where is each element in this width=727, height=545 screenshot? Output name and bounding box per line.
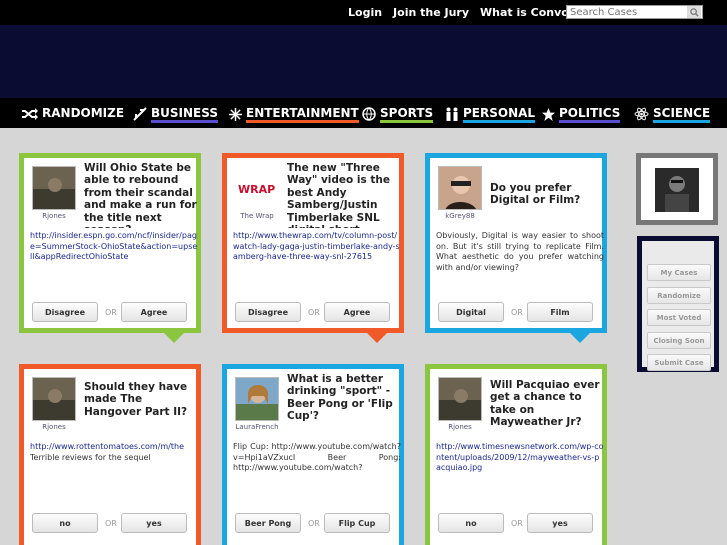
randomize-button[interactable]: Randomize [647,287,711,304]
case-description: Obviously, Digital is way easier to shoo… [436,231,604,272]
case-question[interactable]: Do you prefer Digital or Film? [490,182,604,207]
top-links: Login Join the Jury What is Convote? [348,6,588,19]
card-pointer [164,333,184,343]
case-card[interactable]: Rjones Will Ohio State be able to reboun… [19,153,201,333]
username[interactable]: kGrey88 [434,212,486,220]
case-question[interactable]: Will Pacquiao ever get a chance to take … [490,379,604,429]
nav-personal[interactable]: PERSONAL [445,104,536,124]
category-nav: RANDOMIZE BUSINESS ENTERTAINMENT SPORTS … [0,98,727,128]
username[interactable]: The Wrap [231,212,283,220]
or-label: OR [105,519,117,528]
search-input[interactable] [567,6,687,18]
case-question[interactable]: What is a better drinking "sport" - Beer… [287,373,401,423]
vote-button-a[interactable]: Beer Pong [235,513,301,533]
case-description: http://www.timesnewsnetwork.com/wp-conte… [436,442,604,492]
avatar[interactable] [32,377,76,421]
description-text: Terrible reviews for the sequel [30,452,151,462]
nav-label: SCIENCE [653,106,711,123]
case-card[interactable]: Rjones Should they have made The Hangove… [19,364,201,545]
nav-randomize[interactable]: RANDOMIZE [22,104,124,124]
shuffle-icon [22,108,38,120]
my-cases-button[interactable]: My Cases [647,264,711,281]
case-question[interactable]: The new "Three Way" video is the best An… [287,162,401,228]
vote-button-a[interactable]: Digital [438,302,504,322]
case-link[interactable]: http://www.rottentomatoes.com/m/the [30,442,198,453]
star-icon [542,107,555,121]
case-description: http://www.thewrap.com/tv/column-post/wa… [233,231,401,281]
login-link[interactable]: Login [348,6,382,19]
case-question[interactable]: Should they have made The Hangover Part … [84,381,198,418]
avatar[interactable] [438,166,482,210]
vote-button-b[interactable]: Film [527,302,593,322]
header-banner [0,25,727,98]
nav-entertainment[interactable]: ENTERTAINMENT [229,104,359,124]
avatar[interactable] [438,377,482,421]
vote-button-a[interactable]: Disagree [235,302,301,322]
submit-case-button[interactable]: Submit Case [647,354,711,371]
case-link[interactable]: http://insider.espn.go.com/ncf/insider/p… [30,231,197,261]
vote-button-b[interactable]: yes [527,513,593,533]
search-icon[interactable] [687,6,701,18]
case-link[interactable]: http://www.thewrap.com/tv/column-post/wa… [233,231,400,261]
search-box [566,5,703,19]
username[interactable]: Rjones [28,212,80,220]
username[interactable]: Rjones [28,423,80,431]
case-card[interactable]: Rjones Will Pacquiao ever get a chance t… [425,364,607,545]
vote-button-b[interactable]: Agree [121,302,187,322]
or-label: OR [308,519,320,528]
nav-business[interactable]: BUSINESS [133,104,218,124]
avatar[interactable]: WRAP [235,166,279,210]
or-label: OR [105,308,117,317]
card-pointer [367,333,387,343]
case-description: http://insider.espn.go.com/ncf/insider/p… [30,231,198,281]
vote-button-a[interactable]: no [32,513,98,533]
or-label: OR [511,308,523,317]
sidebar-image[interactable] [636,153,718,225]
closing-soon-button[interactable]: Closing Soon [647,332,711,349]
atom-icon [634,107,649,121]
avatar[interactable] [235,377,279,421]
nav-label: RANDOMIZE [42,105,125,120]
vote-button-b[interactable]: Agree [324,302,390,322]
case-description: Flip Cup: http://www.youtube.com/watch?v… [233,442,401,472]
avatar[interactable] [32,166,76,210]
svg-text:WRAP: WRAP [238,183,275,196]
airplane-icon [133,107,147,121]
starburst-icon [229,107,242,121]
case-card[interactable]: LauraFrench What is a better drinking "s… [222,364,404,545]
or-label: OR [308,308,320,317]
nav-science[interactable]: SCIENCE [634,104,711,124]
sidebar-menu: My Cases Randomize Most Voted Closing So… [637,236,719,372]
ball-icon [362,107,376,121]
nav-label: PERSONAL [463,106,536,123]
vote-button-a[interactable]: Disagree [32,302,98,322]
card-pointer [570,333,590,343]
people-icon [446,107,458,121]
vote-button-b[interactable]: Flip Cup [324,513,390,533]
case-link[interactable]: http://www.timesnewsnetwork.com/wp-conte… [436,442,604,472]
nav-label: POLITICS [559,106,621,123]
nav-politics[interactable]: POLITICS [542,104,621,124]
nav-label: BUSINESS [151,106,218,123]
username[interactable]: Rjones [434,423,486,431]
nav-sports[interactable]: SPORTS [362,104,434,124]
or-label: OR [511,519,523,528]
username[interactable]: LauraFrench [231,423,283,431]
top-bar: Login Join the Jury What is Convote? [0,0,727,25]
case-card[interactable]: WRAP The Wrap The new "Three Way" video … [222,153,404,333]
nav-label: SPORTS [380,106,434,123]
vote-button-a[interactable]: no [438,513,504,533]
join-jury-link[interactable]: Join the Jury [393,6,469,19]
sidebar-photo [641,158,713,220]
vote-button-b[interactable]: yes [121,513,187,533]
nav-label: ENTERTAINMENT [246,106,359,123]
case-card[interactable]: kGrey88 Do you prefer Digital or Film? O… [425,153,607,333]
case-question[interactable]: Will Ohio State be able to rebound from … [84,162,198,228]
most-voted-button[interactable]: Most Voted [647,309,711,326]
case-description: http://www.rottentomatoes.com/m/the Terri… [30,442,198,492]
